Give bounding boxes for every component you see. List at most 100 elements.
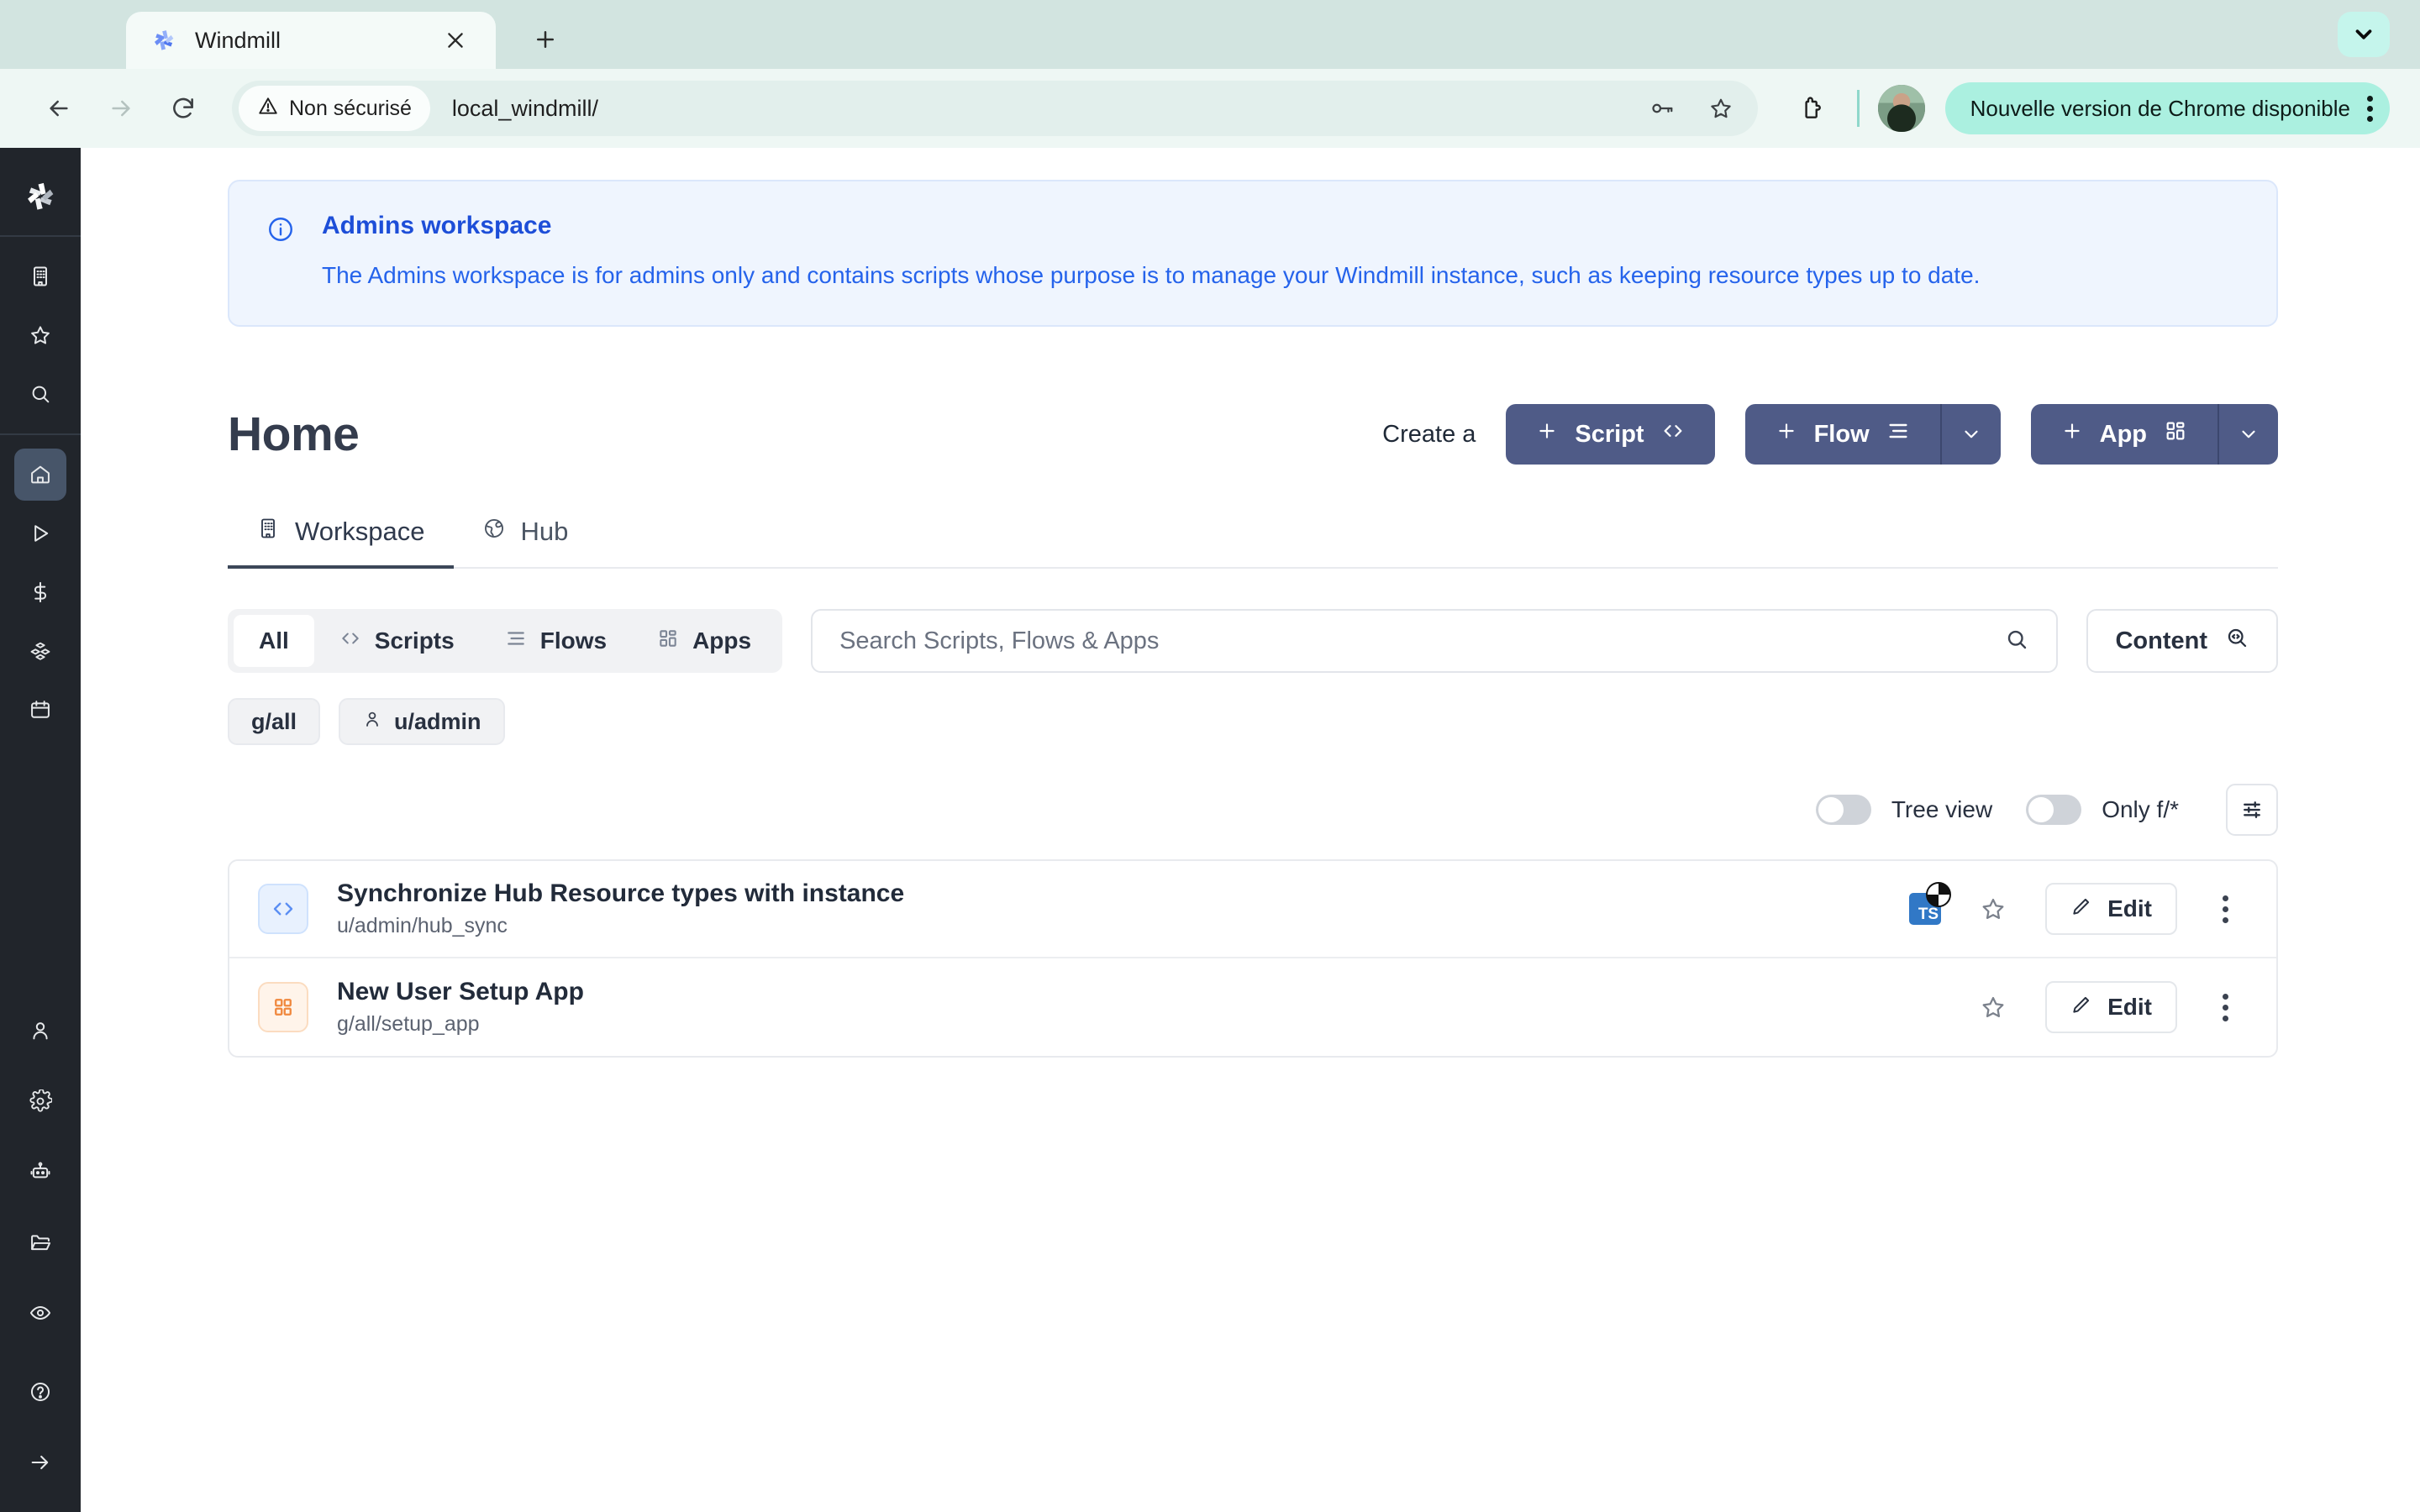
create-a-label: Create a	[1382, 421, 1476, 449]
create-app-label: App	[2100, 421, 2147, 449]
sidebar-item-schedules[interactable]	[14, 684, 66, 736]
key-icon[interactable]	[1637, 83, 1687, 134]
browser-toolbar: Non sécurisé local_windmill/ Nouvelle ve…	[0, 69, 2420, 148]
sidebar-item-settings[interactable]	[14, 1075, 66, 1127]
new-tab-button[interactable]	[519, 13, 571, 66]
chrome-update-pill[interactable]: Nouvelle version de Chrome disponible	[1945, 82, 2390, 134]
filter-flows-button[interactable]: Flows	[480, 615, 632, 667]
browser-window: Windmill Non sécurisé	[0, 0, 2420, 1512]
edit-button[interactable]: Edit	[2045, 883, 2177, 935]
sidebar-item-users[interactable]	[14, 1005, 66, 1057]
info-circle-icon	[266, 215, 300, 291]
user-icon	[362, 709, 382, 735]
sidebar-item-workspace[interactable]	[14, 250, 66, 302]
back-button[interactable]	[30, 80, 87, 137]
row-text: New User Setup App g/all/setup_app	[337, 978, 584, 1037]
sidebar-item-search[interactable]	[14, 368, 66, 420]
avatar[interactable]	[1878, 85, 1925, 132]
chip-u-admin[interactable]: u/admin	[339, 698, 505, 745]
search-input[interactable]: Search Scripts, Flows & Apps	[811, 609, 2058, 673]
plus-icon	[2061, 420, 2083, 449]
create-app-button[interactable]: App	[2031, 404, 2278, 465]
windmill-logo-icon	[150, 26, 178, 55]
sidebar-item-favorites[interactable]	[14, 309, 66, 361]
pencil-icon	[2070, 895, 2092, 923]
window-collapse-button[interactable]	[2338, 12, 2390, 57]
sidebar-item-help[interactable]	[14, 1366, 66, 1418]
table-row[interactable]: Synchronize Hub Resource types with inst…	[229, 861, 2276, 958]
items-list: Synchronize Hub Resource types with inst…	[228, 859, 2278, 1058]
banner-title: Admins workspace	[322, 212, 1980, 240]
sidebar-item-runs[interactable]	[14, 507, 66, 559]
warning-triangle-icon	[257, 95, 279, 123]
sidebar-item-workers[interactable]	[14, 1146, 66, 1198]
only-f-toggle[interactable]	[2026, 795, 2081, 825]
tab-workspace-label: Workspace	[295, 517, 425, 547]
typescript-badge: TS	[1909, 893, 1941, 925]
kebab-menu-icon[interactable]	[2367, 96, 2373, 122]
grid-icon	[258, 982, 308, 1032]
extensions-icon[interactable]	[1785, 81, 1839, 135]
app-sidebar	[0, 148, 81, 1512]
filter-all-button[interactable]: All	[234, 615, 314, 667]
sidebar-item-audit-logs[interactable]	[14, 1287, 66, 1339]
close-icon[interactable]	[439, 24, 472, 57]
create-actions: Create a Script	[1382, 404, 2278, 465]
content-search-button[interactable]: Content	[2086, 609, 2278, 673]
kebab-menu-icon[interactable]	[2206, 895, 2244, 923]
plus-icon	[1776, 420, 1797, 449]
filter-apps-button[interactable]: Apps	[632, 615, 776, 667]
loading-cursor-icon	[1926, 882, 1951, 907]
building-icon	[256, 517, 280, 547]
forward-button[interactable]	[92, 80, 150, 137]
address-bar[interactable]: Non sécurisé local_windmill/	[232, 81, 1758, 136]
sidebar-item-expand[interactable]	[14, 1436, 66, 1488]
create-flow-button[interactable]: Flow	[1745, 404, 2001, 465]
filter-scripts-label: Scripts	[375, 627, 455, 654]
star-icon[interactable]	[1970, 984, 2017, 1031]
edit-button-label: Edit	[2107, 994, 2152, 1021]
code-icon	[1661, 419, 1685, 449]
chevron-down-icon[interactable]	[1942, 404, 2001, 465]
star-icon[interactable]	[1970, 885, 2017, 932]
sidebar-logo[interactable]	[0, 158, 81, 235]
sidebar-item-folders[interactable]	[14, 1216, 66, 1268]
filter-scripts-button[interactable]: Scripts	[314, 615, 480, 667]
chip-g-all[interactable]: g/all	[228, 698, 320, 745]
browser-tab-strip: Windmill	[0, 0, 2420, 69]
typescript-badge-label: TS	[1918, 906, 1939, 924]
row-actions: TS Edit	[1909, 883, 2244, 935]
code-icon	[339, 627, 361, 655]
security-status-chip[interactable]: Non sécurisé	[239, 86, 430, 131]
tree-view-label: Tree view	[1891, 796, 1992, 823]
tree-view-toggle[interactable]	[1816, 795, 1871, 825]
sidebar-group-admin	[14, 991, 66, 1352]
sliders-icon[interactable]	[2226, 784, 2278, 836]
sidebar-item-home[interactable]	[14, 449, 66, 501]
row-text: Synchronize Hub Resource types with inst…	[337, 879, 904, 938]
search-icon[interactable]	[2004, 627, 2029, 656]
chevron-down-icon[interactable]	[2219, 404, 2278, 465]
kebab-menu-icon[interactable]	[2206, 994, 2244, 1021]
row-title: New User Setup App	[337, 978, 584, 1006]
table-row[interactable]: New User Setup App g/all/setup_app	[229, 958, 2276, 1056]
view-options: Tree view Only f/*	[228, 784, 2278, 836]
browser-tab[interactable]: Windmill	[126, 12, 496, 69]
sidebar-item-billing[interactable]	[14, 566, 66, 618]
grid-icon	[657, 627, 679, 655]
edit-button[interactable]: Edit	[2045, 981, 2177, 1033]
code-icon	[258, 884, 308, 934]
globe-icon	[482, 517, 506, 547]
star-icon[interactable]	[1696, 83, 1746, 134]
chip-u-admin-label: u/admin	[394, 709, 481, 735]
reload-button[interactable]	[155, 80, 212, 137]
tab-hub[interactable]: Hub	[454, 517, 597, 567]
sidebar-item-resources[interactable]	[14, 625, 66, 677]
create-script-button[interactable]: Script	[1506, 404, 1714, 465]
filter-toolbar: All Scripts Flows	[228, 609, 2278, 673]
create-script-label: Script	[1575, 421, 1644, 449]
row-title: Synchronize Hub Resource types with inst…	[337, 879, 904, 908]
pencil-icon	[2070, 994, 2092, 1021]
main-content: Admins workspace The Admins workspace is…	[81, 148, 2420, 1512]
tab-workspace[interactable]: Workspace	[228, 517, 454, 567]
